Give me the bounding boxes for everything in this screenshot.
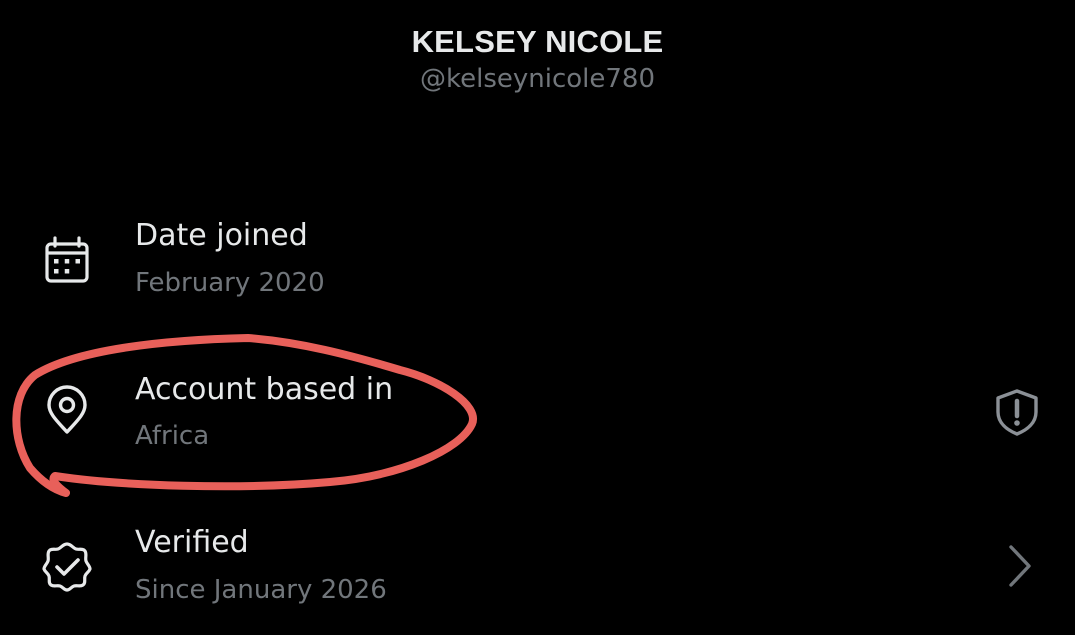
- account-based-in-value: Africa: [135, 421, 210, 451]
- verified-badge-icon: [40, 539, 94, 593]
- verified-value: Since January 2026: [135, 575, 387, 605]
- calendar-icon: [40, 234, 94, 288]
- location-pin-icon: [40, 384, 94, 438]
- shield-alert-icon[interactable]: [990, 385, 1044, 439]
- date-joined-row: Date joined February 2020: [0, 200, 1075, 320]
- account-location-row: Account based in Africa: [0, 355, 1075, 475]
- account-based-in-label: Account based in: [135, 372, 394, 407]
- date-joined-value: February 2020: [135, 268, 325, 298]
- date-joined-label: Date joined: [135, 218, 308, 253]
- verified-label: Verified: [135, 525, 249, 560]
- chevron-right-icon[interactable]: [998, 539, 1052, 593]
- user-handle: @kelseynicole780: [419, 64, 656, 94]
- display-name: KELSEY NICOLE: [411, 24, 664, 59]
- profile-header: KELSEY NICOLE @kelseynicole780: [0, 22, 1075, 96]
- verified-row[interactable]: Verified Since January 2026: [0, 508, 1075, 628]
